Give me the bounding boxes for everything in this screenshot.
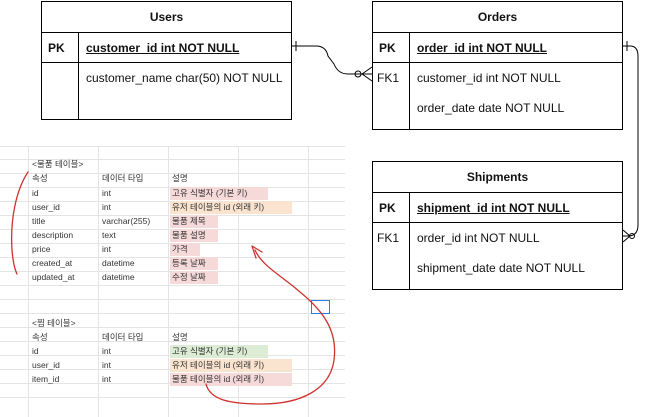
table1-row-userid-attr: user_id (32, 202, 60, 212)
shipments-entity-title: Shipments (373, 162, 622, 193)
table2-row-itemid-desc: 물품 테이블의 id (외래 키) (172, 374, 265, 384)
table1-row-created-desc: 등록 날짜 (172, 258, 206, 268)
table2-row-itemid-attr: item_id (32, 374, 60, 384)
shipments-field-shipment-date: shipment_date date NOT NULL (417, 261, 585, 275)
users-field-customer-name: customer_name char(50) NOT NULL (86, 71, 283, 85)
users-entity[interactable]: Users PK customer_id int NOT NULL custom… (41, 1, 292, 120)
table2-row-id-desc: 고유 식별자 (기본 키) (172, 346, 248, 356)
shipments-entity[interactable]: Shipments PK shipment_id int NOT NULL FK… (372, 161, 623, 290)
orders-shipments-relationship (622, 41, 639, 243)
table1-row-id-desc: 고유 식별자 (기본 키) (172, 188, 248, 198)
table2-row-id-attr: id (32, 346, 39, 356)
users-entity-title: Users (42, 2, 291, 33)
table2-row-userid-type: int (102, 360, 111, 370)
table2-title: <찜 테이블> (32, 318, 76, 328)
table1-header-attr: 속성 (32, 173, 48, 183)
orders-pk-field: order_id int NOT NULL (417, 41, 547, 55)
users-key-column-2 (42, 63, 79, 120)
table1-row-price-desc: 가격 (172, 244, 188, 254)
shipments-fk-label: FK1 (377, 231, 400, 245)
gridline (0, 299, 345, 300)
table2-row-userid-attr: user_id (32, 360, 60, 370)
crowfoot-lower (361, 73, 373, 82)
users-orders-connector (292, 45, 372, 75)
gridline (168, 146, 169, 417)
gridline (308, 146, 309, 417)
shipments-pk-field: shipment_id int NOT NULL (417, 201, 570, 215)
table2-row-itemid-type: int (102, 374, 111, 384)
orders-field-customer-id: customer_id int NOT NULL (417, 71, 561, 85)
gridline (98, 146, 99, 417)
table1-header-desc: 설명 (172, 173, 188, 183)
table1-row-userid-type: int (102, 202, 111, 212)
users-pk-label: PK (48, 41, 65, 55)
table1-title: <물품 테이블> (32, 159, 84, 169)
gridline (0, 397, 345, 398)
crowfoot-lower-2 (622, 235, 631, 243)
table1-header-type: 데이터 타입 (102, 173, 144, 183)
table1-row-updated-attr: updated_at (32, 272, 75, 282)
table2-row-id-type: int (102, 346, 111, 356)
users-orders-relationship (292, 41, 373, 82)
zero-marker (354, 70, 362, 78)
table2-row-userid-desc: 유저 테이블의 id (외래 키) (172, 360, 265, 370)
table1-row-created-attr: created_at (32, 258, 73, 268)
shipments-fields-row: FK1 order_id int NOT NULL shipment_date … (373, 223, 622, 290)
table2-header-attr: 속성 (32, 332, 48, 342)
users-pk-field: customer_id int NOT NULL (86, 41, 240, 55)
users-fields-row: customer_name char(50) NOT NULL (42, 63, 291, 120)
crowfoot-upper-2 (622, 229, 631, 237)
table1-row-id-attr: id (32, 188, 39, 198)
shipments-pk-row: PK shipment_id int NOT NULL (373, 193, 622, 223)
table1-row-id-type: int (102, 188, 111, 198)
shipments-pk-label: PK (379, 201, 396, 215)
crowfoot-upper (361, 66, 373, 75)
orders-field-order-date: order_date date NOT NULL (417, 101, 565, 115)
orders-fields-row: FK1 customer_id int NOT NULL order_date … (373, 63, 622, 130)
table1-row-title-type: varchar(255) (102, 216, 151, 226)
table1-row-description-desc: 물품 설명 (172, 230, 206, 240)
users-pk-row: PK customer_id int NOT NULL (42, 33, 291, 63)
gridline (28, 146, 29, 417)
table2-header-type: 데이터 타입 (102, 332, 144, 342)
table1-row-title-attr: title (32, 216, 46, 226)
table1-row-title-desc: 물품 제목 (172, 216, 206, 226)
table1-row-description-type: text (102, 230, 116, 240)
zero-marker-2 (629, 233, 635, 239)
shipments-field-order-id: order_id int NOT NULL (417, 231, 540, 245)
table2-header-desc: 설명 (172, 332, 188, 342)
table1-row-userid-desc: 유저 테이블의 id (외래 키) (172, 202, 265, 212)
gridline (0, 313, 345, 314)
gridline (0, 146, 345, 147)
table1-row-updated-desc: 수정 날짜 (172, 272, 206, 282)
table1-row-description-attr: description (32, 230, 74, 240)
table1-row-created-type: datetime (102, 258, 135, 268)
gridline (0, 285, 345, 286)
orders-pk-label: PK (379, 41, 396, 55)
orders-entity-title: Orders (373, 2, 622, 33)
orders-entity[interactable]: Orders PK order_id int NOT NULL FK1 cust… (372, 1, 623, 130)
selected-cell[interactable] (311, 300, 330, 314)
table1-row-updated-type: datetime (102, 272, 135, 282)
orders-pk-row: PK order_id int NOT NULL (373, 33, 622, 63)
table1-row-price-attr: price (32, 244, 51, 254)
orders-shipments-connector (623, 45, 639, 237)
table1-row-price-type: int (102, 244, 111, 254)
orders-fk-label: FK1 (377, 71, 400, 85)
